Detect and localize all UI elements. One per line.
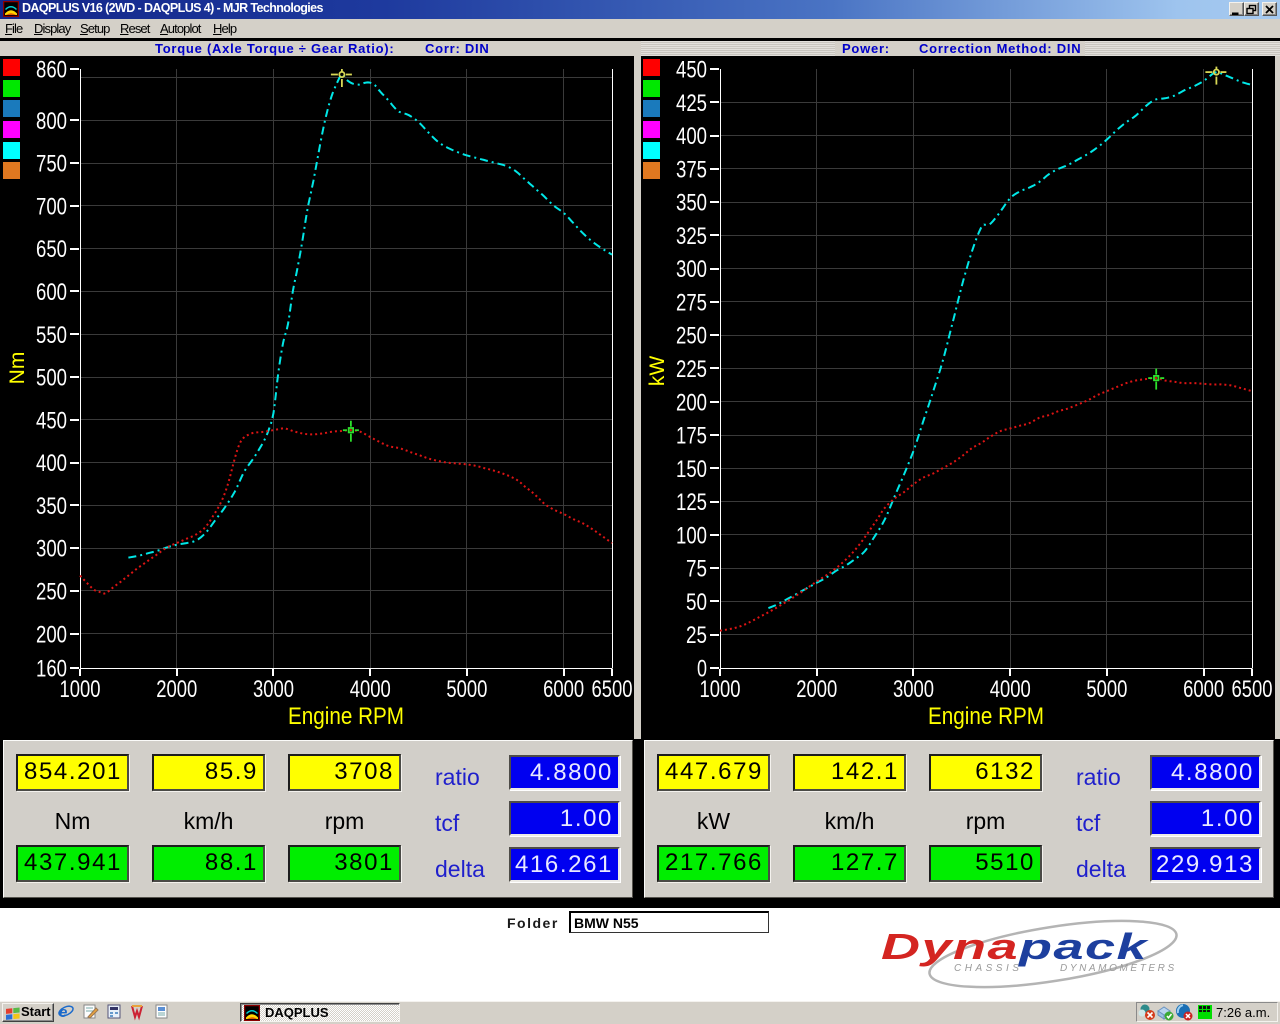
svg-text:6000: 6000 bbox=[1183, 676, 1224, 703]
svg-text:25: 25 bbox=[686, 622, 707, 649]
svg-text:1000: 1000 bbox=[60, 676, 101, 703]
svg-text:200: 200 bbox=[676, 389, 707, 416]
svg-text:225: 225 bbox=[676, 356, 707, 383]
svg-text:3000: 3000 bbox=[253, 676, 294, 703]
svg-text:700: 700 bbox=[36, 193, 67, 220]
svg-text:500: 500 bbox=[36, 365, 67, 392]
svg-text:800: 800 bbox=[36, 108, 67, 135]
svg-text:860: 860 bbox=[36, 57, 67, 84]
svg-text:550: 550 bbox=[36, 322, 67, 349]
svg-text:350: 350 bbox=[36, 493, 67, 520]
svg-text:Engine RPM: Engine RPM bbox=[928, 703, 1044, 730]
svg-text:250: 250 bbox=[676, 323, 707, 350]
svg-text:5000: 5000 bbox=[446, 676, 487, 703]
svg-text:2000: 2000 bbox=[796, 676, 837, 703]
svg-text:6500: 6500 bbox=[1232, 676, 1273, 703]
svg-text:1000: 1000 bbox=[700, 676, 741, 703]
svg-text:Nm: Nm bbox=[6, 352, 29, 385]
svg-text:4000: 4000 bbox=[990, 676, 1031, 703]
svg-text:Dynapack: Dynapack bbox=[881, 926, 1149, 967]
svg-text:150: 150 bbox=[676, 456, 707, 483]
svg-text:750: 750 bbox=[36, 151, 67, 178]
svg-text:300: 300 bbox=[676, 256, 707, 283]
svg-text:kW: kW bbox=[646, 356, 669, 387]
svg-text:Engine RPM: Engine RPM bbox=[288, 703, 404, 730]
svg-text:6000: 6000 bbox=[543, 676, 584, 703]
svg-text:425: 425 bbox=[676, 90, 707, 117]
svg-text:125: 125 bbox=[676, 489, 707, 516]
svg-text:3000: 3000 bbox=[893, 676, 934, 703]
svg-text:600: 600 bbox=[36, 279, 67, 306]
svg-text:75: 75 bbox=[686, 556, 707, 583]
svg-text:450: 450 bbox=[36, 407, 67, 434]
svg-text:4000: 4000 bbox=[350, 676, 391, 703]
svg-text:300: 300 bbox=[36, 536, 67, 563]
svg-text:175: 175 bbox=[676, 423, 707, 450]
svg-text:350: 350 bbox=[676, 190, 707, 217]
svg-text:400: 400 bbox=[36, 450, 67, 477]
svg-text:400: 400 bbox=[676, 123, 707, 150]
svg-text:250: 250 bbox=[36, 579, 67, 606]
svg-text:CHASSIS: CHASSIS bbox=[954, 963, 1022, 974]
svg-text:5000: 5000 bbox=[1086, 676, 1127, 703]
svg-text:375: 375 bbox=[676, 156, 707, 183]
svg-text:275: 275 bbox=[676, 289, 707, 316]
svg-text:100: 100 bbox=[676, 522, 707, 549]
svg-text:2000: 2000 bbox=[156, 676, 197, 703]
svg-text:DYNAMOMETERS: DYNAMOMETERS bbox=[1060, 963, 1177, 974]
svg-text:50: 50 bbox=[686, 589, 707, 616]
svg-text:6500: 6500 bbox=[592, 676, 633, 703]
svg-text:200: 200 bbox=[36, 621, 67, 648]
svg-text:325: 325 bbox=[676, 223, 707, 250]
svg-text:650: 650 bbox=[36, 236, 67, 263]
svg-text:450: 450 bbox=[676, 57, 707, 84]
